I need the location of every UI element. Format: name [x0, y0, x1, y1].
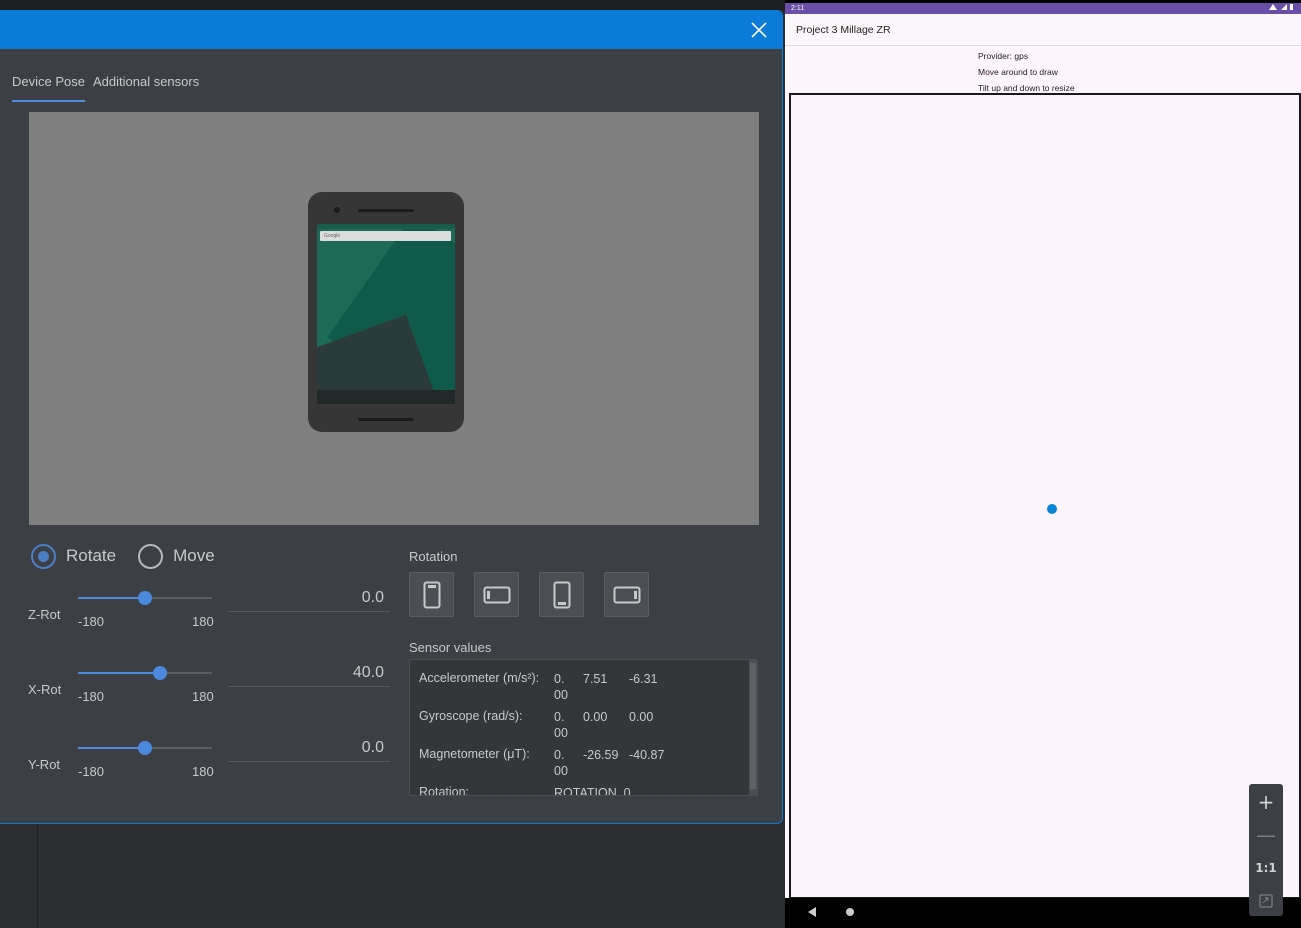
virtual-phone-model[interactable]: Google [308, 192, 464, 432]
y-rot-slider[interactable] [78, 741, 212, 755]
slider-max: 180 [192, 689, 214, 704]
portrait-icon [423, 581, 440, 608]
phone-nav-row [317, 390, 455, 404]
instruction-move-text: Move around to draw [978, 67, 1058, 77]
sensor-values-title: Sensor values [409, 640, 492, 655]
x-rot-slider-row: X-Rot -180 180 40.0 [28, 660, 390, 720]
sensor-value: 0. [554, 710, 565, 724]
ide-background-bottom [0, 824, 785, 928]
slider-thumb[interactable] [152, 666, 167, 680]
move-radio[interactable]: Move [138, 543, 215, 569]
drawing-canvas[interactable] [789, 93, 1301, 899]
provider-text: Provider: gps [978, 51, 1029, 61]
phone-screen: Google [317, 224, 455, 404]
y-rot-slider-row: Y-Rot -180 180 0.0 [28, 735, 390, 795]
rotation-title: Rotation [409, 549, 458, 564]
sensor-value: 0. [554, 748, 565, 762]
reverse-landscape-icon [613, 586, 640, 603]
sensor-value: 00 [554, 688, 568, 702]
sensor-value: ROTATION_0 [554, 786, 631, 796]
phone-bottom-speaker [358, 418, 414, 421]
sensor-value: -40.87 [629, 748, 665, 762]
status-time: 2:11 [791, 5, 805, 12]
position-dot [1047, 504, 1057, 514]
z-rot-slider[interactable] [78, 591, 212, 605]
zoom-out-button[interactable]: — [1249, 818, 1283, 851]
slider-label: Z-Rot [28, 607, 61, 622]
sensor-name: Rotation: [419, 785, 470, 796]
sensor-value: 0.00 [583, 710, 608, 724]
back-icon[interactable] [807, 906, 817, 918]
reverse-portrait-icon [553, 581, 570, 608]
slider-label: Y-Rot [28, 757, 61, 772]
signal-battery-icon [1269, 4, 1293, 10]
rotate-portrait-button[interactable] [409, 572, 454, 617]
slider-min: -180 [78, 689, 105, 704]
pose-mode-group: Rotate Move [31, 541, 215, 571]
slider-thumb[interactable] [138, 591, 152, 605]
app-bar: Project 3 Millage ZR [785, 14, 1301, 46]
sensor-value: -6.31 [629, 672, 658, 686]
x-rot-value-field[interactable]: 40.0 [228, 660, 390, 687]
phone-search-bar: Google [320, 231, 451, 241]
zoom-in-button[interactable]: + [1249, 785, 1283, 818]
rotate-landscape-button[interactable] [474, 572, 519, 617]
app-content: Provider: gps Move around to draw Tilt u… [785, 46, 1301, 899]
z-rot-value-field[interactable]: 0.0 [228, 585, 390, 612]
zoom-fit-button[interactable] [1249, 884, 1283, 917]
phone-speaker [358, 209, 414, 212]
x-rot-slider[interactable] [78, 666, 212, 680]
slider-max: 180 [192, 614, 214, 629]
extended-controls-dialog: Device Pose Additional sensors Google Ro… [0, 10, 783, 824]
landscape-icon [483, 586, 510, 603]
sensor-name: Magnetometer (μT): [419, 747, 530, 761]
scrollbar-thumb[interactable] [750, 663, 756, 789]
rotate-reverse-landscape-button[interactable] [604, 572, 649, 617]
home-icon[interactable] [846, 908, 854, 916]
y-rot-value-field[interactable]: 0.0 [228, 735, 390, 762]
rotate-radio[interactable]: Rotate [31, 543, 117, 569]
tab-additional-sensors[interactable]: Additional sensors [93, 74, 199, 102]
slider-label: X-Rot [28, 682, 62, 697]
z-rot-slider-row: Z-Rot -180 180 0.0 [28, 585, 390, 645]
sensor-value: 0. [554, 672, 565, 686]
zoom-controls: + — 1:1 [1249, 784, 1283, 916]
rotate-reverse-portrait-button[interactable] [539, 572, 584, 617]
slider-thumb[interactable] [138, 741, 152, 755]
radio-selected-icon [31, 543, 56, 569]
emulator-screen: 2:11 Project 3 Millage ZR Provider: gps … [785, 0, 1301, 928]
android-nav-bar [785, 898, 1301, 928]
android-status-bar: 2:11 [785, 3, 1301, 14]
dialog-titlebar [0, 11, 782, 49]
sensor-value: 00 [554, 764, 568, 778]
fit-screen-icon [1259, 893, 1273, 908]
rotate-label: Rotate [66, 546, 117, 565]
tab-bar: Device Pose Additional sensors [12, 74, 199, 102]
radio-unselected-icon [138, 543, 164, 569]
tab-device-pose[interactable]: Device Pose [12, 74, 85, 102]
slider-max: 180 [192, 764, 214, 779]
sensor-value: 00 [554, 726, 568, 740]
phone-camera [334, 207, 340, 213]
divider [37, 824, 38, 928]
zoom-1to1-button[interactable]: 1:1 [1249, 851, 1283, 884]
sensor-name: Gyroscope (rad/s): [419, 709, 523, 723]
sensor-name: Accelerometer (m/s²): [419, 671, 540, 685]
close-icon [751, 22, 767, 38]
sensor-scrollbar[interactable] [749, 660, 757, 795]
move-label: Move [173, 546, 215, 565]
device-pose-viewport[interactable]: Google [29, 112, 759, 525]
sensor-value: 0.00 [629, 710, 654, 724]
slider-min: -180 [78, 764, 105, 779]
slider-min: -180 [78, 614, 105, 629]
close-button[interactable] [748, 19, 770, 41]
sensor-value: -26.59 [583, 748, 619, 762]
sensor-values-panel: Accelerometer (m/s²): 0. 00 7.51 -6.31 G… [409, 659, 758, 796]
instruction-tilt-text: Tilt up and down to resize [978, 83, 1075, 93]
ide-background-top [0, 0, 785, 10]
sensor-value: 7.51 [583, 672, 608, 686]
app-title: Project 3 Millage ZR [796, 24, 891, 36]
